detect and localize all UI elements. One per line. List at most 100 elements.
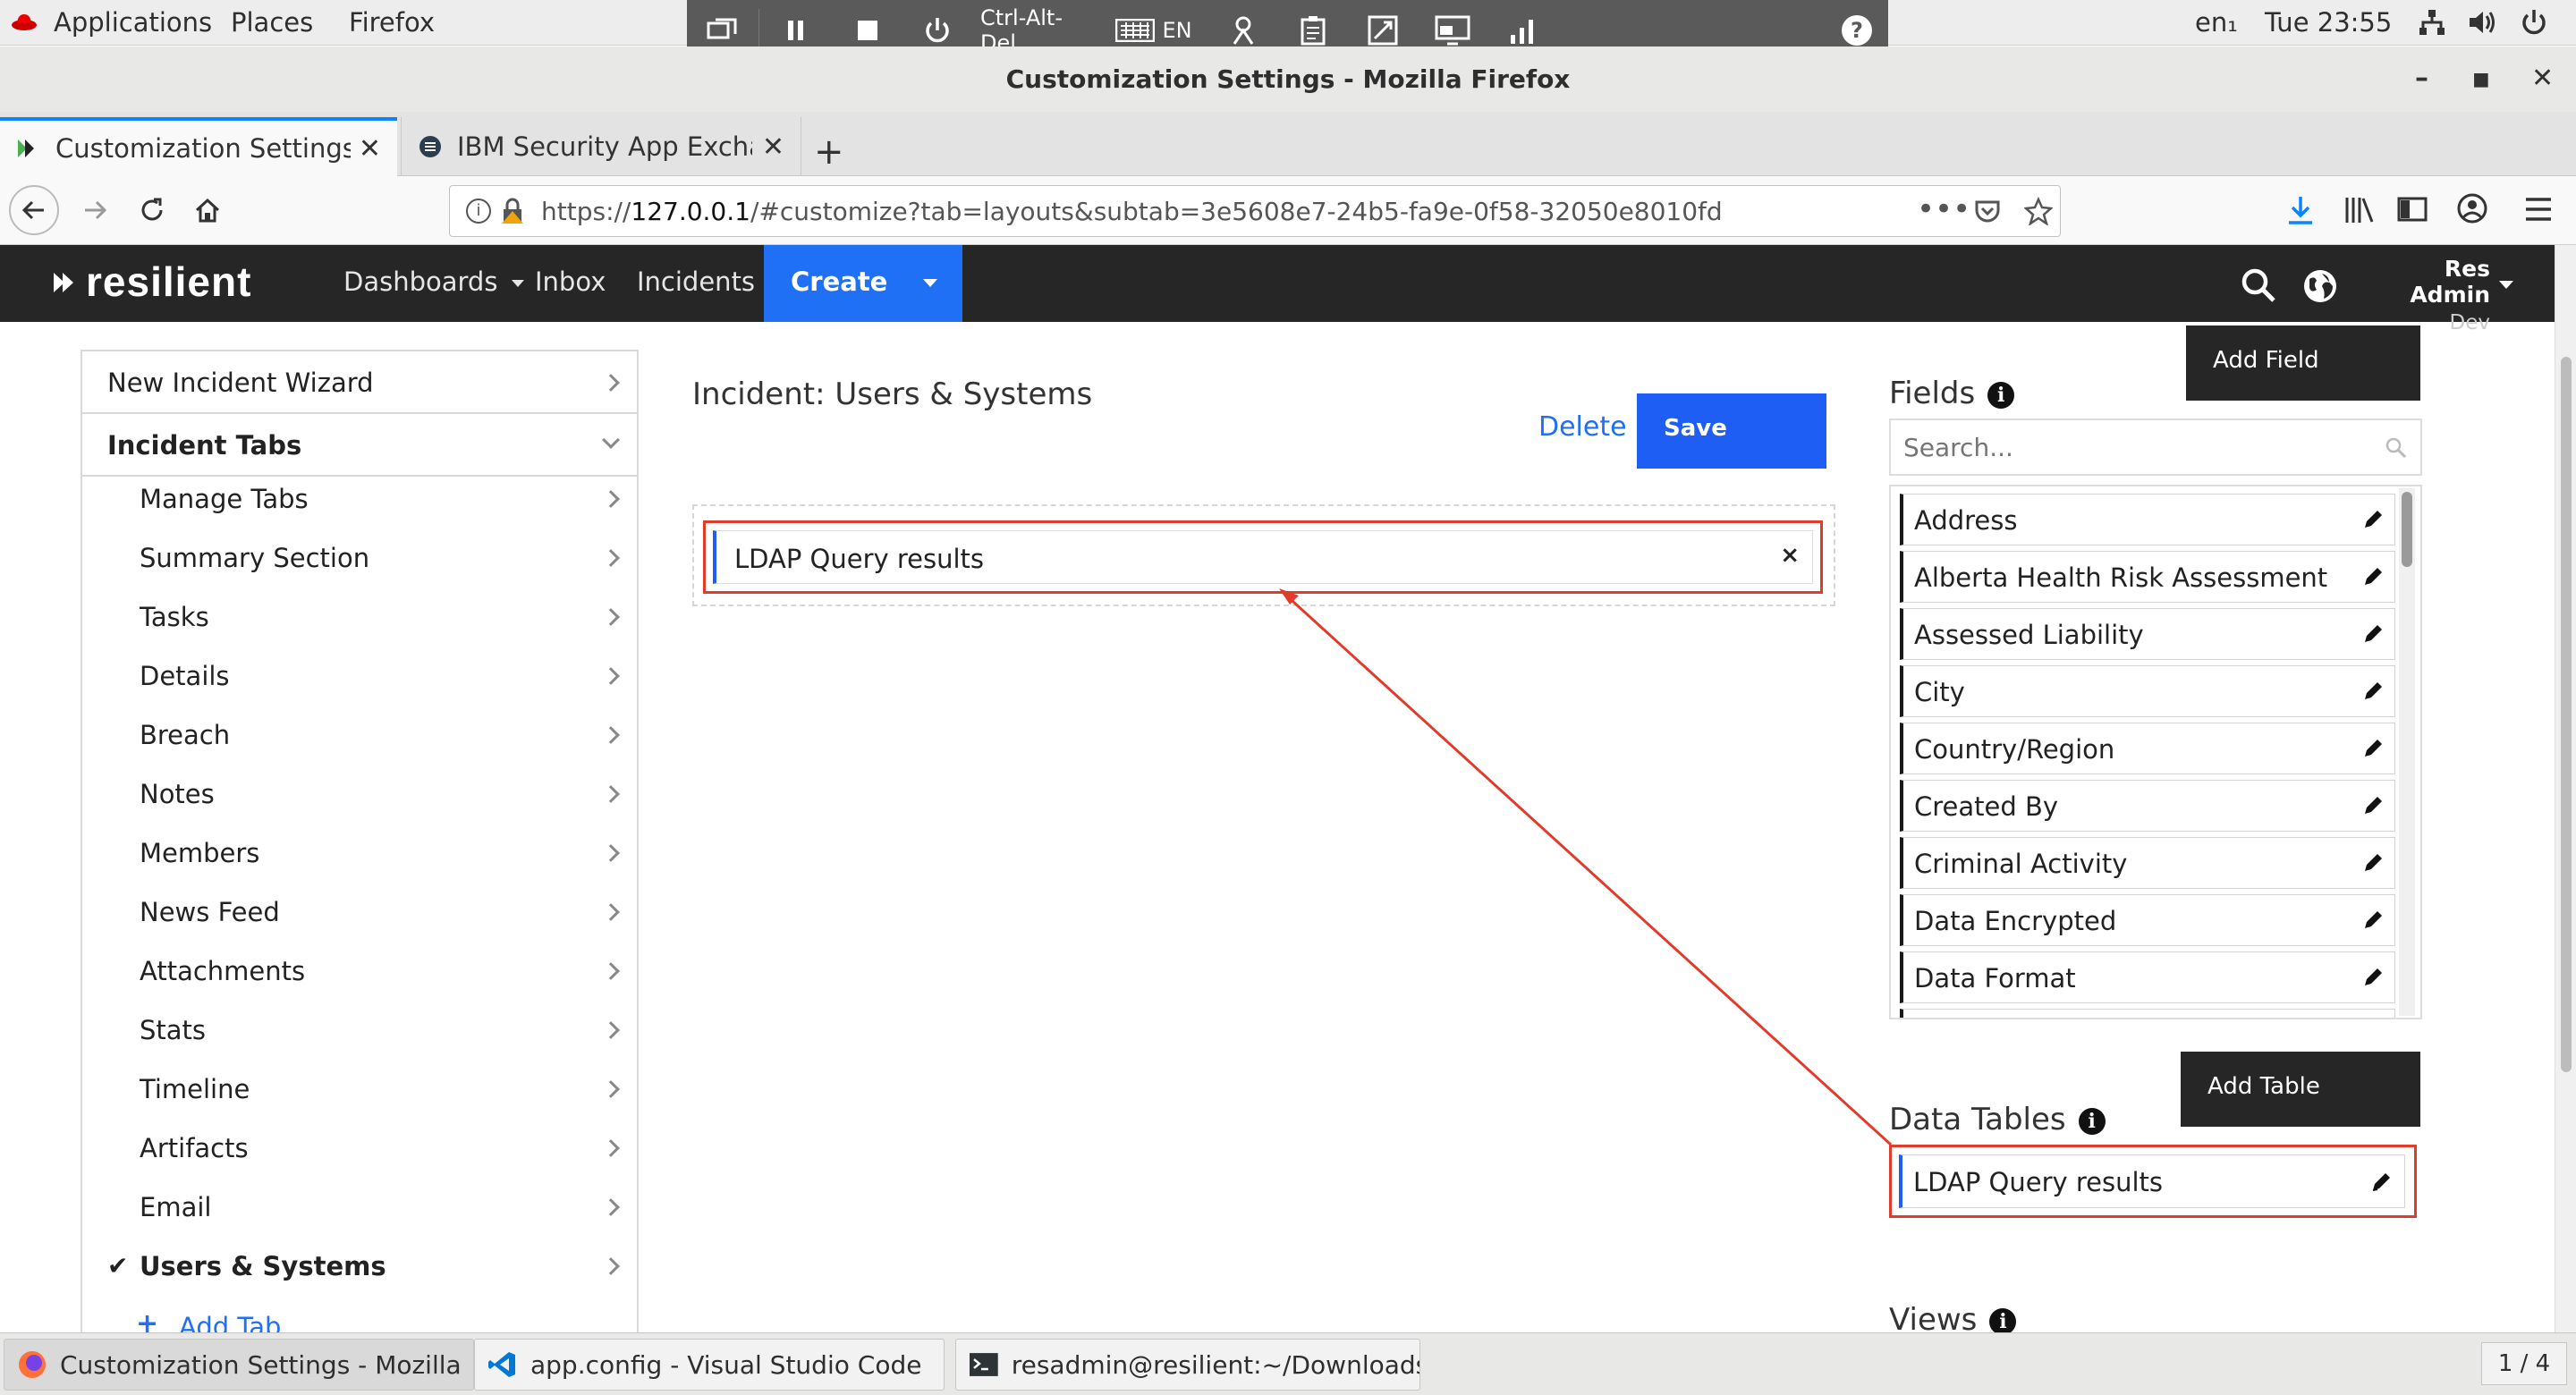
pencil-icon[interactable] [2362, 679, 2384, 706]
sidebar-item-timeline[interactable]: Timeline [82, 1072, 637, 1126]
info-icon[interactable]: i [2078, 1108, 2106, 1135]
sidebar-item-news-feed[interactable]: News Feed [82, 895, 637, 949]
tab-ibm-app-exchange[interactable]: IBM Security App Exchange ✕ [401, 117, 801, 176]
layout-item-ldap-query-results[interactable]: LDAP Query results × [703, 520, 1823, 594]
fields-search-box[interactable] [1889, 418, 2422, 476]
clock[interactable]: Tue 23:55 [2265, 7, 2392, 38]
forward-icon[interactable] [70, 185, 120, 235]
info-icon[interactable]: i [1987, 382, 2015, 409]
field-item[interactable]: Created By [1900, 780, 2395, 832]
scale-icon[interactable] [1363, 13, 1402, 48]
sidebar-item-stats[interactable]: Stats [82, 1013, 637, 1067]
pocket-icon[interactable] [1974, 199, 2001, 225]
tab-customization-settings[interactable]: Customization Settings ✕ [0, 117, 397, 176]
pencil-icon[interactable] [2362, 621, 2384, 648]
save-button[interactable]: Save [1637, 393, 1826, 469]
firefox-menu[interactable]: Firefox [349, 7, 435, 38]
close-window-icon[interactable]: ✕ [2531, 63, 2554, 94]
pencil-icon[interactable] [2362, 908, 2384, 934]
add-tab-link[interactable]: + Add Tab [82, 1308, 637, 1332]
reload-icon[interactable] [127, 185, 177, 235]
pencil-icon[interactable] [2362, 507, 2384, 534]
field-item[interactable]: Criminal Activity [1900, 837, 2395, 889]
create-dropdown-icon[interactable] [923, 279, 937, 287]
insecure-lock-icon[interactable] [500, 197, 527, 225]
field-item[interactable]: Data Format [1900, 951, 2395, 1003]
fields-scrollbar[interactable] [2399, 488, 2415, 1016]
add-table-button[interactable]: Add Table [2181, 1052, 2420, 1127]
create-button[interactable]: Create [764, 245, 962, 322]
pencil-icon[interactable] [2362, 564, 2384, 591]
pencil-icon[interactable] [2362, 736, 2384, 763]
new-tab-icon[interactable]: + [814, 123, 850, 182]
sidebar-item-breach[interactable]: Breach [82, 718, 637, 772]
maximize-icon[interactable]: ◼ [2472, 66, 2490, 91]
stop-icon[interactable] [848, 13, 887, 48]
field-item[interactable]: City [1900, 665, 2395, 717]
power-icon[interactable] [918, 13, 957, 48]
help-button[interactable]: ? [1837, 13, 1877, 48]
taskbar-item-terminal[interactable]: resadmin@resilient:~/Downloads [955, 1339, 1420, 1391]
search-icon[interactable] [2385, 436, 2408, 460]
page-actions-icon[interactable]: ••• [1917, 191, 1970, 227]
sidebar-item-attachments[interactable]: Attachments [82, 954, 637, 1008]
pause-icon[interactable] [776, 13, 816, 48]
fields-search-input[interactable] [1891, 420, 2374, 474]
bookmark-star-icon[interactable] [2024, 197, 2053, 225]
keys-icon[interactable] [1224, 13, 1263, 48]
sidebar-item-new-incident-wizard[interactable]: New Incident Wizard [82, 351, 637, 412]
search-icon[interactable] [2240, 266, 2277, 304]
close-tab-icon[interactable]: ✕ [762, 131, 784, 163]
sidebar-item-manage-tabs[interactable]: Manage Tabs [82, 482, 637, 536]
sidebar-toggle-icon[interactable] [2397, 194, 2428, 224]
remove-item-icon[interactable]: × [1780, 542, 1800, 569]
sidebar-item-members[interactable]: Members [82, 836, 637, 890]
add-field-button[interactable]: Add Field [2186, 326, 2420, 401]
page-scrollbar-thumb[interactable] [2561, 357, 2572, 1072]
home-icon[interactable] [182, 185, 233, 235]
clipboard-icon[interactable] [1293, 13, 1333, 48]
locale-indicator[interactable]: en₁ [2195, 7, 2238, 38]
url-bar[interactable]: i https://127.0.0.1/#customize?tab=layou… [449, 185, 2061, 237]
sidebar-item-artifacts[interactable]: Artifacts [82, 1131, 637, 1185]
info-icon[interactable]: i [466, 199, 491, 224]
account-icon[interactable] [2456, 192, 2488, 224]
field-item-partial[interactable] [1900, 1009, 2395, 1018]
ctrl-alt-del-button[interactable]: Ctrl-Alt-Del [980, 5, 1088, 55]
hamburger-menu-icon[interactable] [2524, 196, 2553, 223]
field-item[interactable]: Alberta Health Risk Assessment [1900, 551, 2395, 603]
screens-icon[interactable] [703, 13, 742, 48]
delete-link[interactable]: Delete [1538, 411, 1627, 443]
sidebar-item-tasks[interactable]: Tasks [82, 600, 637, 654]
user-caret-icon[interactable] [2499, 281, 2513, 289]
minimize-icon[interactable]: – [2415, 63, 2428, 94]
field-item[interactable]: Country/Region [1900, 723, 2395, 774]
data-table-item[interactable]: LDAP Query results [1899, 1154, 2405, 1208]
globe-icon[interactable] [2302, 268, 2338, 304]
taskbar-item-firefox[interactable]: Customization Settings - Mozilla Firefox [4, 1339, 474, 1391]
info-icon[interactable]: i [1989, 1308, 2017, 1335]
fields-scrollbar-thumb[interactable] [2402, 492, 2412, 567]
library-icon[interactable] [2343, 194, 2376, 226]
sidebar-item-notes[interactable]: Notes [82, 777, 637, 831]
layout-item-body[interactable]: LDAP Query results × [713, 530, 1813, 584]
applications-menu[interactable]: Applications [54, 7, 212, 38]
power-icon[interactable] [2519, 7, 2549, 38]
resilient-logo[interactable]: resilient [52, 258, 251, 306]
sidebar-item-details[interactable]: Details [82, 659, 637, 713]
nav-inbox[interactable]: Inbox [535, 266, 606, 297]
pencil-icon[interactable] [2362, 965, 2384, 992]
sidebar-item-incident-tabs[interactable]: Incident Tabs [82, 414, 637, 475]
page-scrollbar[interactable] [2555, 245, 2576, 1332]
nav-dashboards[interactable]: Dashboards [343, 266, 524, 297]
stats-icon[interactable] [1503, 13, 1542, 48]
field-item[interactable]: Data Encrypted [1900, 894, 2395, 946]
field-item[interactable]: Assessed Liability [1900, 608, 2395, 660]
close-tab-icon[interactable]: ✕ [359, 133, 381, 165]
pencil-icon[interactable] [2362, 793, 2384, 820]
field-item[interactable]: Address [1900, 494, 2395, 545]
pencil-icon[interactable] [2370, 1170, 2392, 1193]
taskbar-item-vscode[interactable]: app.config - Visual Studio Code [474, 1339, 945, 1391]
keyboard-button[interactable]: EN [1113, 13, 1195, 48]
display-icon[interactable] [1433, 13, 1472, 48]
